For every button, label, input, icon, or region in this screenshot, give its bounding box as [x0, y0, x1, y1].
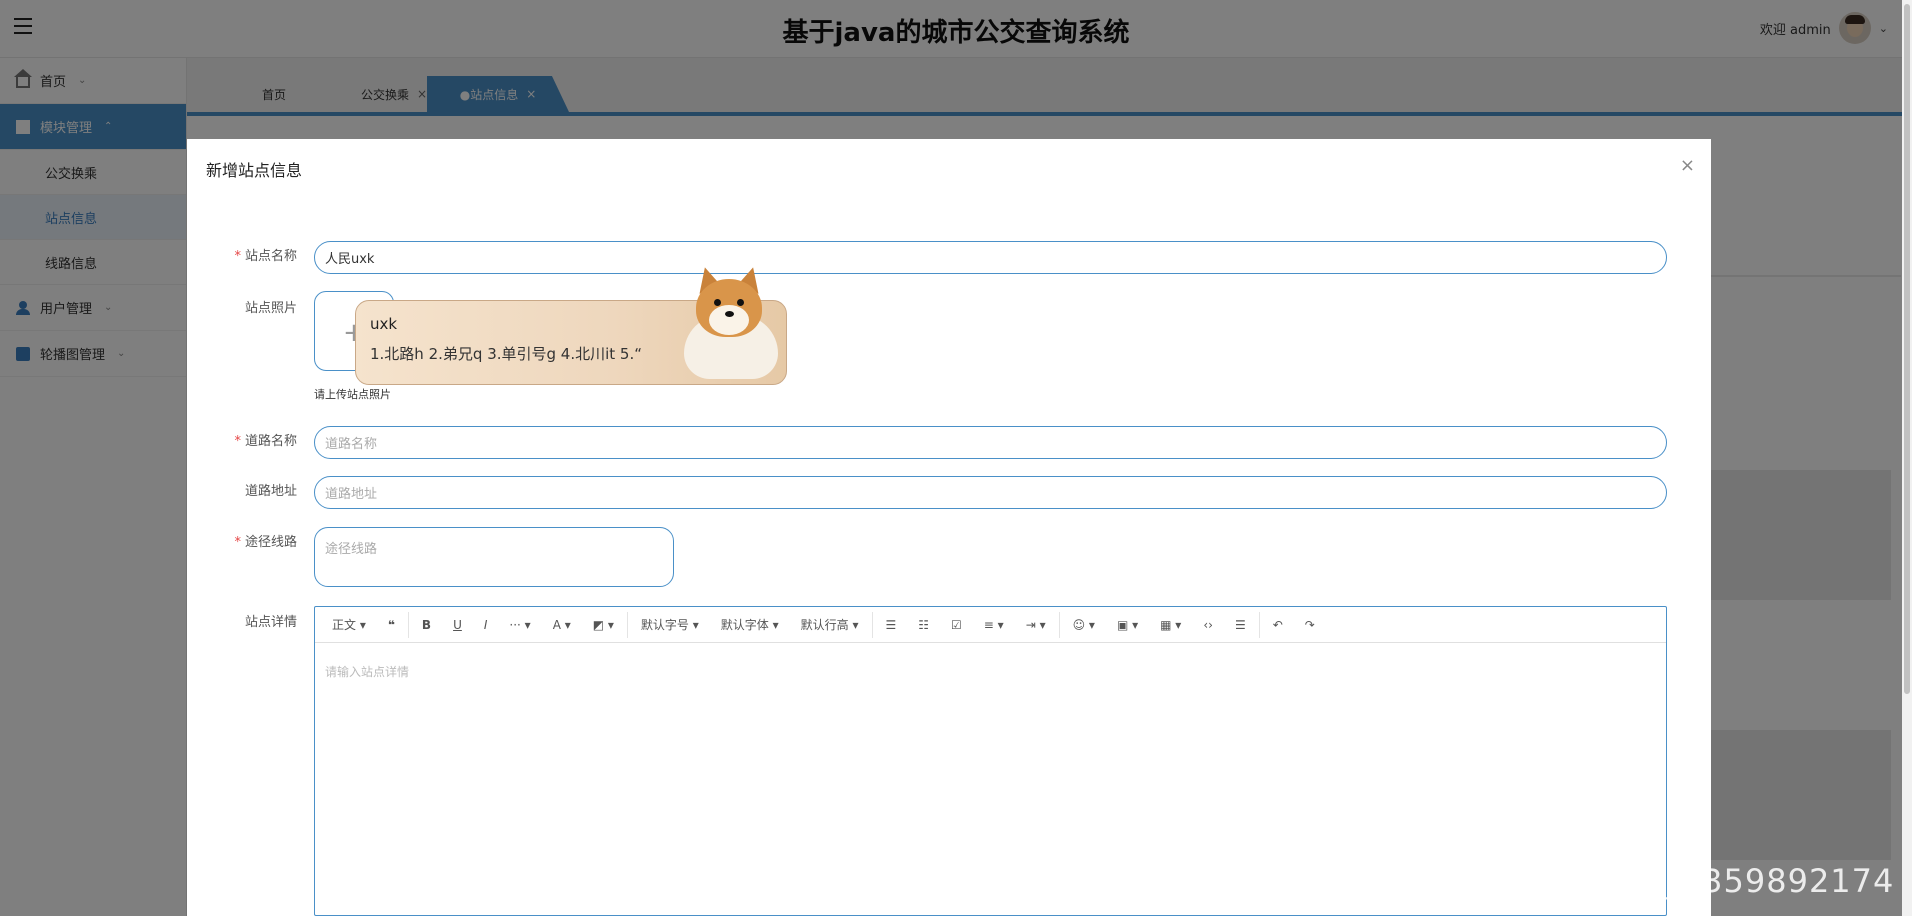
redo-icon[interactable]: ↷	[1294, 618, 1326, 632]
heading-select[interactable]: 正文 ▾	[321, 616, 377, 633]
rich-text-editor[interactable]: 正文 ▾ ❝ B U I ··· ▾ A ▾ ◩ ▾ 默认字号 ▾ 默认字体 ▾…	[314, 606, 1667, 916]
toolbar-divider	[626, 611, 628, 638]
road-name-input[interactable]: 道路名称	[314, 426, 1667, 459]
dialog-title: 新增站点信息	[206, 161, 303, 180]
route-textarea[interactable]: 途径线路	[314, 527, 674, 587]
upload-tip: 请上传站点照片	[314, 388, 391, 401]
toolbar-divider	[1258, 611, 1260, 638]
code-icon[interactable]: ‹›	[1192, 618, 1224, 632]
shiba-dog-icon	[674, 264, 786, 385]
font-family-select[interactable]: 默认字体 ▾	[710, 616, 790, 633]
undo-icon[interactable]: ↶	[1262, 618, 1294, 632]
ime-candidates[interactable]: 1.北路h 2.弟兄q 3.单引号g 4.北川it 5.“	[370, 343, 642, 364]
editor-toolbar: 正文 ▾ ❝ B U I ··· ▾ A ▾ ◩ ▾ 默认字号 ▾ 默认字体 ▾…	[315, 607, 1666, 643]
bg-color-icon[interactable]: ◩ ▾	[582, 618, 625, 632]
road-address-input[interactable]: 道路地址	[314, 476, 1667, 509]
station-photo-label: 站点照片	[244, 301, 297, 316]
road-name-label: * 道路名称	[187, 430, 297, 449]
emoji-icon[interactable]: ☺ ▾	[1062, 618, 1106, 632]
bold-icon[interactable]: B	[411, 618, 442, 632]
line-height-label: 默认行高	[800, 618, 849, 632]
divider-icon[interactable]: ☰	[1224, 618, 1257, 632]
station-name-input[interactable]: 人民uxk	[314, 241, 1667, 274]
numbered-list-icon[interactable]: ☷	[907, 618, 940, 632]
toolbar-divider	[871, 611, 873, 638]
add-station-dialog: 新增站点信息 × * 站点名称 人民uxk 站点照片 + 请上传站点照片 * 道路名…	[187, 139, 1711, 916]
table-icon[interactable]: ▦ ▾	[1149, 618, 1192, 632]
editor-placeholder: 请输入站点详情	[325, 665, 410, 679]
font-size-label: 默认字号	[640, 618, 689, 632]
label-text: 道路名称	[244, 434, 297, 449]
line-height-select[interactable]: 默认行高 ▾	[790, 616, 870, 633]
font-color-icon[interactable]: A ▾	[542, 618, 582, 632]
quote-icon[interactable]: ❝	[377, 618, 406, 632]
heading-label: 正文	[332, 618, 357, 632]
station-detail-label: 站点详情	[244, 615, 297, 630]
indent-icon[interactable]: ⇥ ▾	[1015, 618, 1057, 632]
required-mark: *	[234, 434, 241, 449]
label-text: 途径线路	[244, 535, 297, 550]
close-icon[interactable]: ×	[1680, 155, 1695, 176]
image-icon[interactable]: ▣ ▾	[1106, 618, 1149, 632]
more-icon[interactable]: ··· ▾	[498, 618, 541, 632]
scrollbar-thumb[interactable]	[1904, 4, 1910, 694]
page-scrollbar[interactable]	[1902, 0, 1912, 916]
todo-icon[interactable]: ☑	[940, 618, 973, 632]
watermark: CSDN @QQ_3359892174	[1472, 862, 1895, 900]
route-label: * 途径线路	[187, 531, 297, 550]
ime-composition: uxk	[370, 315, 398, 333]
label-text: 站点名称	[244, 249, 297, 264]
ime-candidate-popup[interactable]: uxk 1.北路h 2.弟兄q 3.单引号g 4.北川it 5.“	[355, 264, 787, 385]
station-name-label: * 站点名称	[187, 245, 297, 264]
road-address-label: 道路地址	[244, 484, 297, 499]
toolbar-divider	[407, 611, 409, 638]
font-size-select[interactable]: 默认字号 ▾	[630, 616, 710, 633]
underline-icon[interactable]: U	[442, 618, 473, 632]
align-icon[interactable]: ≡ ▾	[973, 618, 1015, 632]
bullet-list-icon[interactable]: ☰	[875, 618, 908, 632]
italic-icon[interactable]: I	[473, 618, 499, 632]
required-mark: *	[234, 249, 241, 264]
toolbar-divider	[1058, 611, 1060, 638]
font-family-label: 默认字体	[720, 618, 769, 632]
required-mark: *	[234, 535, 241, 550]
